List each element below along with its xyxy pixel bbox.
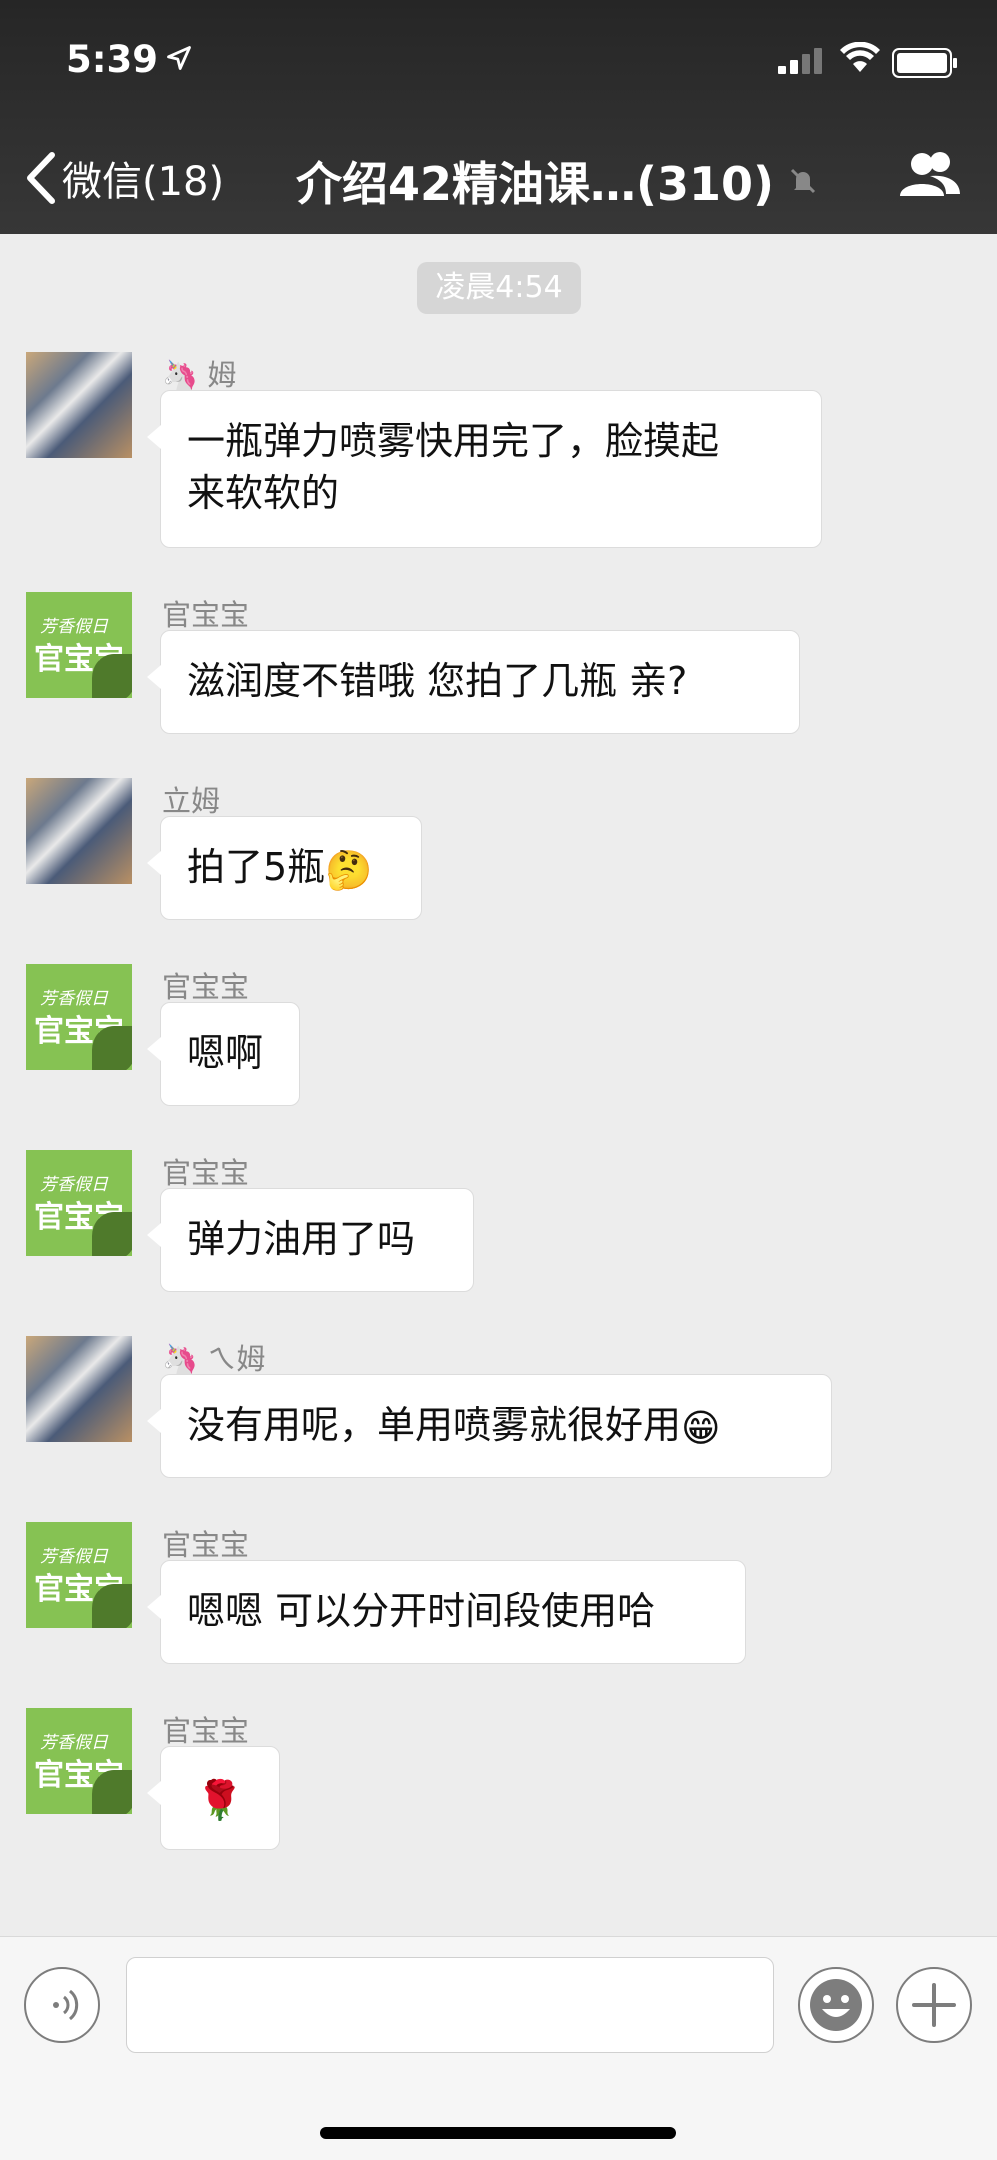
more-options-button[interactable] xyxy=(896,1967,972,2043)
message-bubble[interactable]: 滋润度不错哦 您拍了几瓶 亲? xyxy=(147,630,800,734)
plus-icon xyxy=(912,1983,956,2027)
status-bar: 5:39 xyxy=(0,0,997,110)
top-bar: 5:39 微信(18) 介绍42精油课…(310) xyxy=(0,0,997,234)
cellular-signal-icon xyxy=(778,48,822,74)
leaf-icon xyxy=(92,1212,132,1256)
sender-name: 官宝宝 xyxy=(162,1714,250,1748)
sender-name: 🦄 ㄟ姆 xyxy=(162,1342,266,1376)
sender-name: 官宝宝 xyxy=(162,970,250,1004)
message-text: 嗯嗯 可以分开时间段使用哈 xyxy=(187,1589,656,1633)
message-text: 没有用呢，单用喷雾就很好用 xyxy=(187,1403,682,1447)
avatar[interactable] xyxy=(26,352,132,458)
message-text: 来软软的 xyxy=(187,471,340,515)
leaf-icon xyxy=(92,1026,132,1070)
smiley-face-icon xyxy=(810,1979,862,2031)
avatar[interactable] xyxy=(26,778,132,884)
message-bubble[interactable]: 弹力油用了吗 xyxy=(147,1188,474,1292)
chevron-left-icon xyxy=(27,152,55,204)
message-text: 滋润度不错哦 您拍了几瓶 亲? xyxy=(187,659,688,703)
message-text: 弹力油用了吗 xyxy=(187,1217,416,1261)
chat-title: 介绍42精油课…(310) xyxy=(296,148,820,214)
avatar[interactable] xyxy=(26,1336,132,1442)
mute-bell-icon xyxy=(791,168,816,194)
message-text: 一瓶弹力喷雾快用完了，脸摸起 xyxy=(187,419,720,463)
avatar[interactable]: 芳香假日 官宝宝 xyxy=(26,592,132,698)
grinning-face-icon: 😁 xyxy=(681,1405,721,1450)
message-input[interactable] xyxy=(126,1957,774,2053)
message-bubble[interactable]: 🌹 xyxy=(147,1746,280,1850)
avatar[interactable]: 芳香假日 官宝宝 xyxy=(26,1150,132,1256)
message-bubble[interactable]: 嗯啊 xyxy=(147,1002,300,1106)
thinking-face-icon: 🤔 xyxy=(325,847,373,892)
chat-area[interactable]: 凌晨4:54 🦄 姆 一瓶弹力喷雾快用完了，脸摸起 来软软的 芳香假日 官宝宝 … xyxy=(0,234,997,1936)
location-arrow-icon xyxy=(167,46,191,70)
sender-name: 🦄 姆 xyxy=(162,358,237,392)
avatar[interactable]: 芳香假日 官宝宝 xyxy=(26,1522,132,1628)
input-bar xyxy=(0,1936,997,2160)
battery-icon xyxy=(892,48,957,78)
leaf-icon xyxy=(92,654,132,698)
nav-bar: 微信(18) 介绍42精油课…(310) xyxy=(0,130,997,220)
chat-title-text: 介绍42精油课…(310) xyxy=(296,157,775,211)
avatar[interactable]: 芳香假日 官宝宝 xyxy=(26,964,132,1070)
emoji-button[interactable] xyxy=(798,1967,874,2043)
sender-name: 立姆 xyxy=(162,784,221,818)
message-text: 嗯啊 xyxy=(187,1031,264,1075)
back-button[interactable]: 微信(18) xyxy=(24,150,224,206)
voice-input-button[interactable] xyxy=(24,1967,100,2043)
message-bubble[interactable]: 拍了5瓶🤔 xyxy=(147,816,422,920)
home-indicator xyxy=(320,2127,676,2139)
chat-timestamp: 凌晨4:54 xyxy=(417,262,581,314)
rose-icon: 🌹 xyxy=(196,1777,244,1822)
message-text: 拍了5瓶 xyxy=(187,845,326,889)
wifi-icon xyxy=(840,42,880,72)
status-time: 5:39 xyxy=(66,38,159,81)
sender-name: 官宝宝 xyxy=(162,1528,250,1562)
group-members-icon[interactable] xyxy=(898,150,962,200)
message-bubble[interactable]: 嗯嗯 可以分开时间段使用哈 xyxy=(147,1560,746,1664)
sender-name: 官宝宝 xyxy=(162,598,250,632)
message-bubble[interactable]: 没有用呢，单用喷雾就很好用😁 xyxy=(147,1374,832,1478)
avatar[interactable]: 芳香假日 官宝宝 xyxy=(26,1708,132,1814)
message-bubble[interactable]: 一瓶弹力喷雾快用完了，脸摸起 来软软的 xyxy=(147,390,822,548)
sender-name: 官宝宝 xyxy=(162,1156,250,1190)
back-label: 微信(18) xyxy=(62,159,225,205)
voice-wave-icon xyxy=(53,1989,79,2021)
leaf-icon xyxy=(92,1584,132,1628)
leaf-icon xyxy=(92,1770,132,1814)
